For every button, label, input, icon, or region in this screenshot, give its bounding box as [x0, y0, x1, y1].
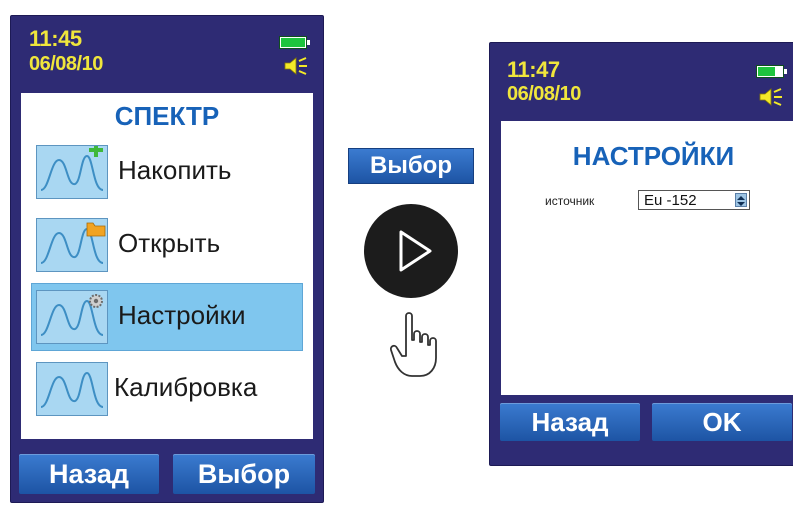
speaker-icon — [284, 57, 307, 75]
right-device: 11:47 06/08/10 НАСТРОЙКИ Назад OK — [489, 42, 793, 466]
left-device: 11:45 06/08/10 СПЕКТР Накопить Открыть Н… — [10, 15, 324, 503]
menu-item-calibration[interactable]: Калибровка — [31, 355, 303, 423]
back-button[interactable]: Назад — [19, 454, 159, 494]
speaker-icon — [759, 88, 782, 106]
select-button-callout: Выбор — [348, 148, 474, 184]
status-date: 06/08/10 — [29, 53, 103, 75]
select-button[interactable]: Выбор — [173, 454, 315, 494]
source-label: источник — [545, 194, 595, 208]
menu-item-settings[interactable]: Настройки — [31, 283, 303, 351]
menu-item-label: Калибровка — [114, 372, 258, 402]
spectrum-add-icon — [36, 143, 108, 199]
spinner-arrows-icon[interactable] — [735, 193, 747, 207]
spectrum-folder-icon — [36, 218, 108, 272]
menu-item-accumulate[interactable]: Накопить — [31, 138, 303, 206]
status-date: 06/08/10 — [507, 83, 581, 105]
battery-icon — [279, 36, 310, 49]
status-time: 11:47 — [507, 57, 560, 82]
menu-item-open[interactable]: Открыть — [31, 211, 303, 279]
menu-item-label: Настройки — [118, 300, 246, 330]
menu-item-label: Накопить — [118, 155, 232, 185]
spectrum-gear-icon — [36, 290, 108, 344]
menu-screen: СПЕКТР Накопить Открыть Настройки Калибр… — [21, 93, 313, 439]
play-icon — [364, 204, 458, 298]
status-time: 11:45 — [29, 26, 82, 51]
spectrum-icon — [36, 362, 108, 416]
screen-title: НАСТРОЙКИ — [572, 141, 735, 171]
screen-title: СПЕКТР — [114, 101, 220, 131]
source-value: Eu -152 — [644, 192, 697, 209]
settings-screen: НАСТРОЙКИ — [501, 121, 793, 395]
source-spinner[interactable]: Eu -152 — [638, 190, 750, 210]
menu-item-label: Открыть — [118, 228, 221, 258]
ok-button[interactable]: OK — [652, 403, 792, 441]
pointing-hand-icon — [389, 312, 437, 377]
back-button[interactable]: Назад — [500, 403, 640, 441]
battery-icon — [756, 65, 787, 78]
